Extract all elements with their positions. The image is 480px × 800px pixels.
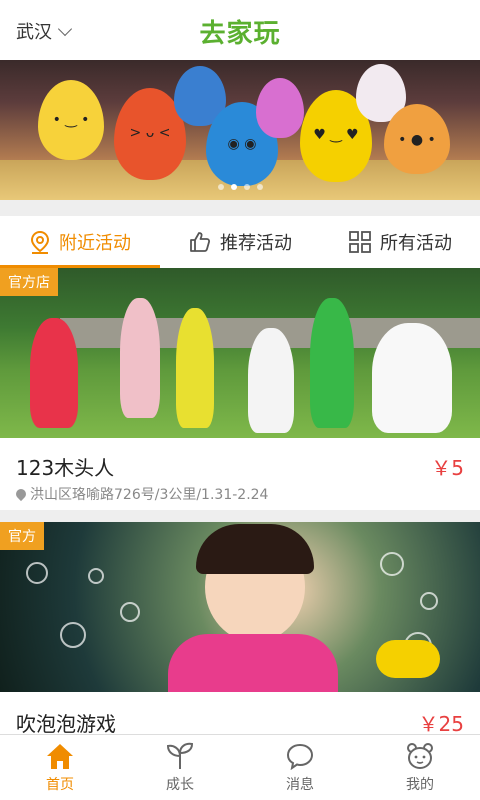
photo-bubble [26,562,48,584]
banner-egg-colorful [256,78,304,138]
tab-nearby[interactable]: 附近活动 [0,216,160,268]
chat-bubble-icon [286,743,314,770]
nav-growth[interactable]: 成长 [120,735,240,800]
bear-face-icon [407,742,433,769]
activity-card-photo[interactable]: 官方 [0,522,480,692]
nav-messages[interactable]: 消息 [240,735,360,800]
carousel-dot[interactable] [256,184,263,190]
app-header: 武汉 去家玩 [0,0,480,60]
activity-card-photo[interactable]: 官方店 [0,268,480,438]
photo-child-hair [196,524,314,574]
banner-egg-pig: • ● • [384,104,450,174]
activity-tabs: 附近活动 推荐活动 所有活动 [0,216,480,268]
photo-bubble [120,602,140,622]
nav-mine[interactable]: 我的 [360,735,480,800]
photo-bubble [88,568,104,584]
photo-bubble [380,552,404,576]
photo-kid [372,323,452,433]
activity-title[interactable]: 吹泡泡游戏 [16,708,116,737]
activity-title[interactable]: 123木头人 [16,452,114,481]
photo-kid [176,308,214,428]
section-gap [0,200,480,216]
sprout-icon [166,742,194,769]
photo-kid [30,318,78,428]
photo-bubble-wand [376,640,440,678]
thumbs-up-icon [190,232,211,252]
tab-all[interactable]: 所有活动 [320,216,480,268]
photo-kid [248,328,294,433]
tab-recommended-label: 推荐活动 [220,233,292,254]
official-store-badge: 官方店 [0,268,58,296]
bottom-nav: 首页 成长 消息 我的 [0,734,480,800]
card-separator [0,510,480,522]
nav-home[interactable]: 首页 [0,735,120,800]
tab-nearby-label: 附近活动 [59,233,131,254]
activity-price: ￥5 [431,456,464,480]
nav-mine-label: 我的 [406,776,434,793]
app-logo: 去家玩 [199,19,281,49]
tab-all-label: 所有活动 [380,233,452,254]
activity-price: ￥25 [418,712,464,736]
nav-home-label: 首页 [46,776,74,793]
carousel-dot[interactable] [243,184,250,190]
carousel-dot[interactable] [230,184,237,190]
carousel-dot[interactable] [217,184,224,190]
photo-child-jacket [168,634,338,692]
banner-carousel[interactable]: • ‿ • > ᴗ < ◉ ◉ ♥ ‿ ♥ • ● • [0,60,480,200]
photo-kid [120,298,160,418]
photo-bubble [60,622,86,648]
nav-messages-label: 消息 [286,776,314,793]
grid-icon [349,231,371,253]
location-pin-icon [13,486,29,502]
activity-meta-text: 洪山区珞喻路726号/3公里/1.31-2.24 [30,487,269,503]
nav-growth-label: 成长 [166,776,194,793]
official-badge: 官方 [0,522,44,550]
photo-bubble [420,592,438,610]
tab-recommended[interactable]: 推荐活动 [160,216,320,268]
home-icon [47,743,73,769]
location-pin-icon [30,230,50,254]
banner-egg-yellow: • ‿ • [38,80,104,160]
carousel-indicator [0,184,480,190]
activity-meta: 洪山区珞喻路726号/3公里/1.31-2.24 [13,484,269,504]
photo-kid [310,298,354,428]
